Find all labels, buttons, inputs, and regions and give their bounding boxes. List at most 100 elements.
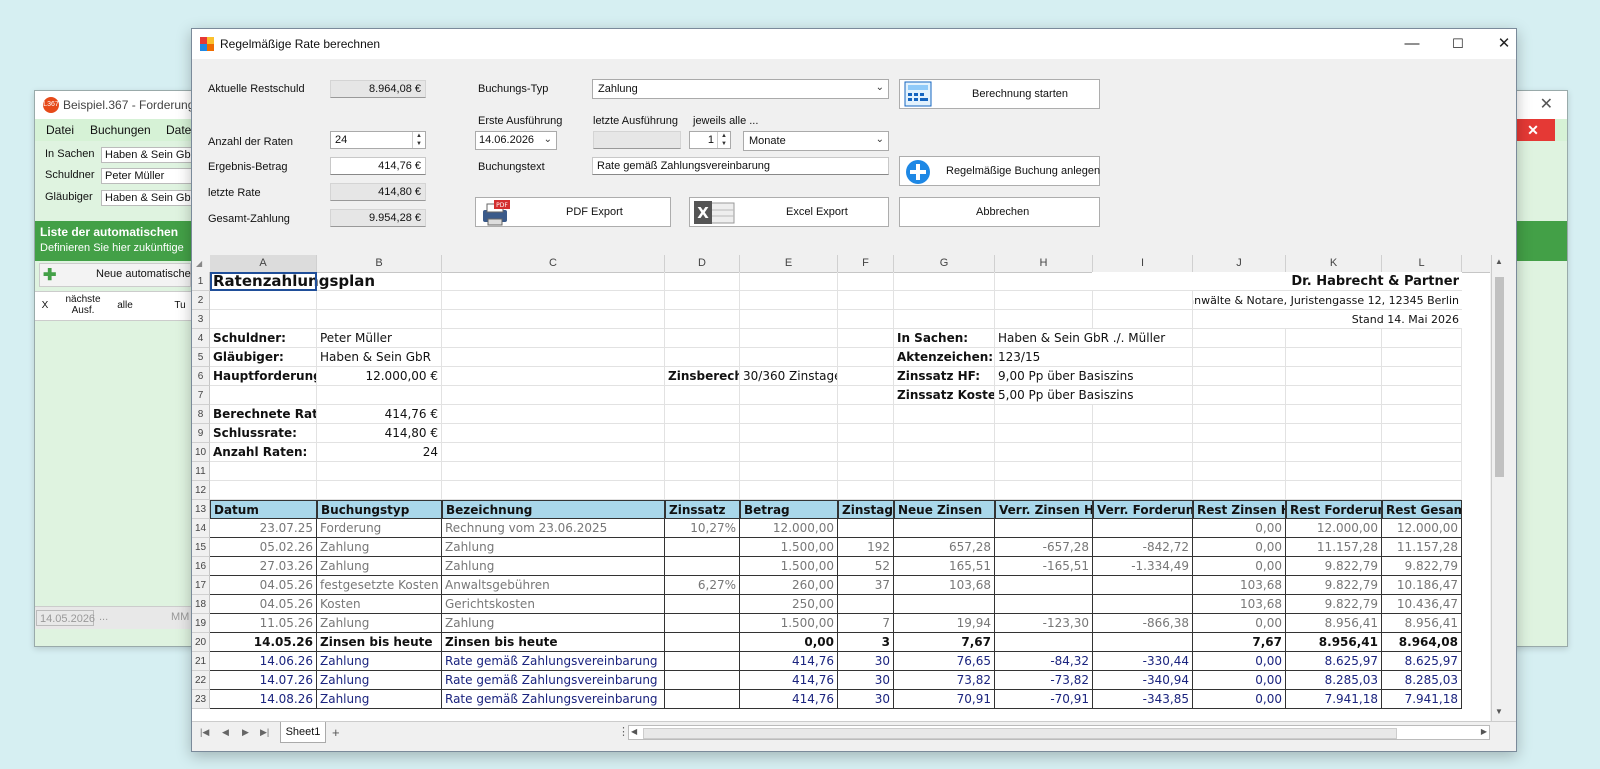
sheet-cell[interactable] <box>1286 443 1382 462</box>
case-info-value[interactable]: 123/15 <box>995 348 1193 367</box>
sheet-cell[interactable] <box>740 405 838 424</box>
table-row-cell[interactable]: 14.06.26 <box>210 652 317 671</box>
row-header[interactable]: 8 <box>192 405 210 424</box>
table-row-cell[interactable]: 8.625,97 <box>1382 652 1462 671</box>
sheet-cell[interactable] <box>665 348 740 367</box>
sheet-cell[interactable] <box>665 272 740 291</box>
sheet-cell[interactable] <box>442 367 665 386</box>
sheet-cell[interactable] <box>317 310 442 329</box>
sheet-cell[interactable] <box>1286 424 1382 443</box>
table-row-cell[interactable]: -343,85 <box>1093 690 1193 709</box>
sheet-cell[interactable] <box>442 386 665 405</box>
row-header[interactable]: 22 <box>192 671 210 690</box>
table-row-cell[interactable]: 10.186,47 <box>1382 576 1462 595</box>
table-row-cell[interactable]: 7 <box>838 614 894 633</box>
last-sheet-icon[interactable]: ▶| <box>260 727 269 738</box>
row-header[interactable]: 12 <box>192 481 210 500</box>
sheet-cell[interactable] <box>1093 481 1193 500</box>
sheet-cell[interactable] <box>665 462 740 481</box>
table-row-cell[interactable]: -657,28 <box>995 538 1093 557</box>
sheet-cell[interactable] <box>1382 329 1462 348</box>
table-row-cell[interactable]: -84,32 <box>995 652 1093 671</box>
table-header-cell[interactable]: Rest Gesamt <box>1382 500 1462 519</box>
table-row-cell[interactable]: -330,44 <box>1093 652 1193 671</box>
row-header[interactable]: 23 <box>192 690 210 709</box>
info-value[interactable]: 24 <box>317 443 442 462</box>
row-header[interactable]: 17 <box>192 576 210 595</box>
pdf-export-button[interactable]: PDF PDF Export <box>475 197 671 227</box>
info-value[interactable]: 12.000,00 € <box>317 367 442 386</box>
row-header[interactable]: 15 <box>192 538 210 557</box>
column-header-i[interactable]: I <box>1093 255 1193 272</box>
sheet-cell[interactable] <box>1382 481 1462 500</box>
active-cell[interactable] <box>210 272 317 291</box>
column-header-h[interactable]: H <box>995 255 1093 272</box>
row-header[interactable]: 14 <box>192 519 210 538</box>
table-row-cell[interactable]: Zahlung <box>317 690 442 709</box>
row-header[interactable]: 5 <box>192 348 210 367</box>
table-header-cell[interactable]: Verr. Forderung <box>1093 500 1193 519</box>
row-header[interactable]: 6 <box>192 367 210 386</box>
table-row-cell[interactable]: Kosten <box>317 595 442 614</box>
sheet-cell[interactable] <box>1286 405 1382 424</box>
table-row-cell[interactable]: Zahlung <box>317 652 442 671</box>
table-row-cell[interactable]: 0,00 <box>1193 671 1286 690</box>
scroll-down-icon[interactable]: ▼ <box>1495 707 1503 716</box>
sheet-cell[interactable] <box>1193 348 1286 367</box>
table-row-cell[interactable]: 1.500,00 <box>740 538 838 557</box>
table-row-cell[interactable]: -842,72 <box>1093 538 1193 557</box>
table-row-cell[interactable]: 103,68 <box>1193 576 1286 595</box>
sheet-cell[interactable] <box>442 310 665 329</box>
close-icon[interactable]: ✕ <box>1540 94 1553 114</box>
table-row-cell[interactable]: Zahlung <box>317 614 442 633</box>
table-row-cell[interactable]: 14.05.26 <box>210 633 317 652</box>
table-row-cell[interactable]: 7,67 <box>1193 633 1286 652</box>
table-header-cell[interactable]: Buchungstyp <box>317 500 442 519</box>
sheet-cell[interactable] <box>1093 291 1193 310</box>
table-row-cell[interactable]: 9.822,79 <box>1286 576 1382 595</box>
row-header[interactable]: 21 <box>192 652 210 671</box>
sheet-cell[interactable] <box>210 310 317 329</box>
sheet-cell[interactable] <box>894 405 995 424</box>
table-row-cell[interactable]: 0,00 <box>1193 557 1286 576</box>
new-automatic-booking-button[interactable]: ✚ Neue automatische E <box>39 263 201 287</box>
table-row-cell[interactable]: Zahlung <box>442 557 665 576</box>
column-header-g[interactable]: G <box>894 255 995 272</box>
table-row-cell[interactable]: Rate gemäß Zahlungsvereinbarung <box>442 690 665 709</box>
table-row-cell[interactable]: 7.941,18 <box>1382 690 1462 709</box>
table-row-cell[interactable]: 0,00 <box>1193 614 1286 633</box>
sheet-cell[interactable] <box>665 405 740 424</box>
menu-datei[interactable]: Datei <box>46 123 74 137</box>
table-row-cell[interactable] <box>838 519 894 538</box>
table-row-cell[interactable]: 0,00 <box>1193 652 1286 671</box>
vertical-scrollbar[interactable]: ▲ ▼ <box>1491 255 1508 721</box>
sheet-cell[interactable] <box>1382 386 1462 405</box>
table-header-cell[interactable]: Zinssatz <box>665 500 740 519</box>
buchungs-typ-select[interactable]: Zahlung ⌄ <box>592 79 889 99</box>
table-row-cell[interactable]: 8.956,41 <box>1286 633 1382 652</box>
col-all[interactable]: alle <box>113 300 137 311</box>
sheet-cell[interactable] <box>1093 462 1193 481</box>
sheet-cell[interactable] <box>442 272 665 291</box>
row-header[interactable]: 2 <box>192 291 210 310</box>
sheet-cell[interactable] <box>838 272 894 291</box>
sheet-cell[interactable] <box>442 481 665 500</box>
sheet-cell[interactable] <box>894 481 995 500</box>
sheet-cell[interactable] <box>1093 443 1193 462</box>
table-row-cell[interactable]: Gerichtskosten <box>442 595 665 614</box>
sheet-cell[interactable] <box>442 443 665 462</box>
table-row-cell[interactable]: 04.05.26 <box>210 595 317 614</box>
buchungstext-input[interactable]: Rate gemäß Zahlungsvereinbarung <box>592 157 889 175</box>
excel-export-button[interactable]: X Excel Export <box>689 197 889 227</box>
maximize-icon[interactable]: ☐ <box>1447 34 1469 54</box>
glaeubiger-field[interactable]: Haben & Sein GbR <box>101 190 201 206</box>
intervall-select[interactable]: Monate ⌄ <box>743 131 889 151</box>
sheet-cell[interactable] <box>838 310 894 329</box>
spreadsheet[interactable]: ◢ ABCDEFGHIJKL 1 2 3 4 5 6 7 8 9 10 11 12 13 14 15 16 17… <box>192 255 1490 721</box>
sheet-cell[interactable] <box>838 462 894 481</box>
sheet-cell[interactable] <box>210 462 317 481</box>
erste-ausfuehrung-date[interactable]: 14.06.2026 ⌄ <box>475 131 557 150</box>
table-row-cell[interactable] <box>1093 576 1193 595</box>
table-row-cell[interactable]: -73,82 <box>995 671 1093 690</box>
row-header[interactable]: 16 <box>192 557 210 576</box>
